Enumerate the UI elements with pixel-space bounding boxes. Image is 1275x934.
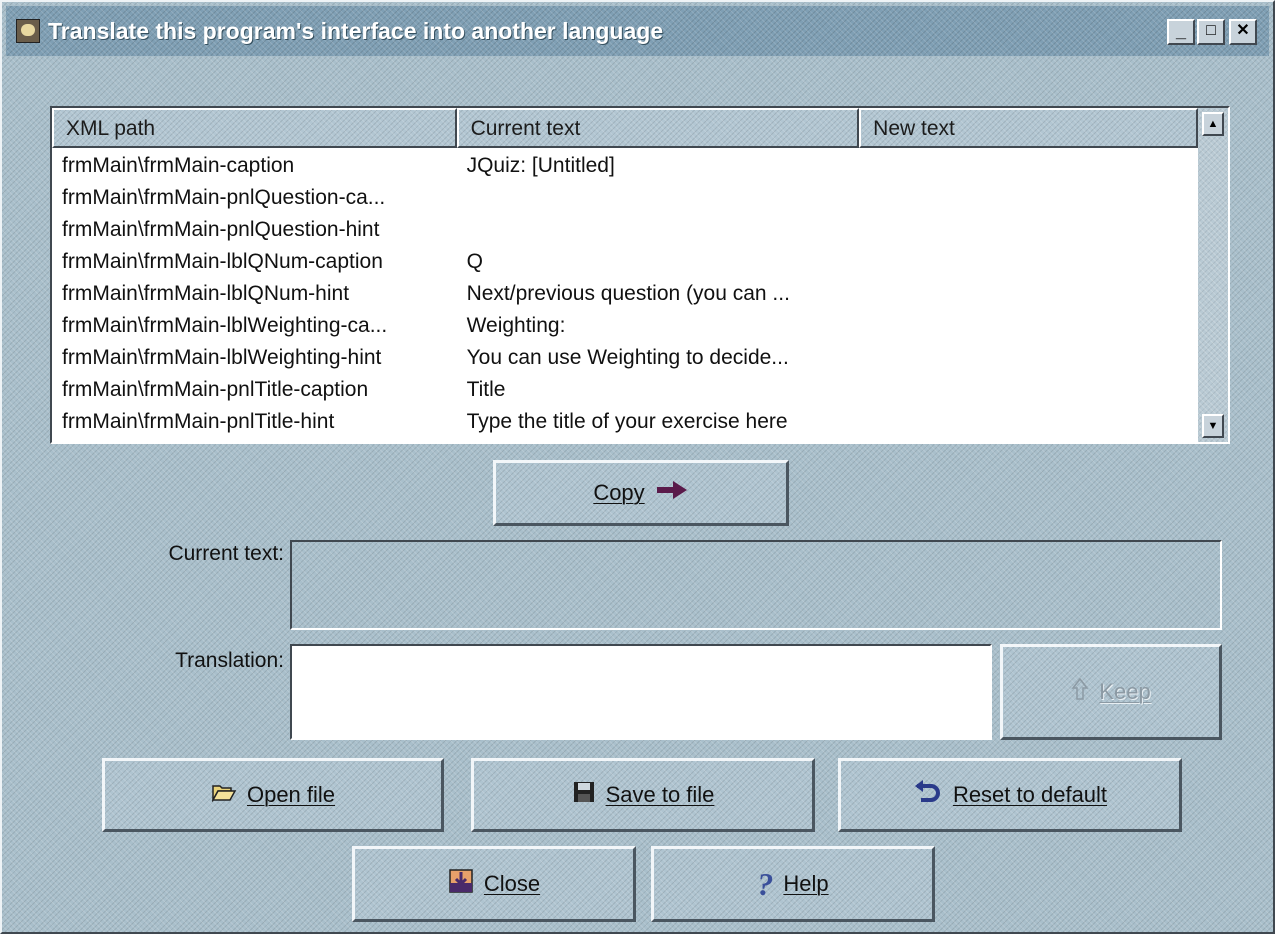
window-title: Translate this program's interface into … — [48, 18, 664, 44]
translation-grid[interactable]: XML path Current text New text frmMain\f… — [50, 106, 1230, 444]
close-label: Close — [483, 871, 541, 896]
help-label: Help — [783, 871, 829, 896]
save-to-file-label: Save to file — [605, 782, 715, 807]
cell-new-text — [859, 246, 1198, 278]
vertical-scrollbar[interactable]: ▲ ▼ — [1198, 108, 1228, 442]
cell-current-text — [457, 214, 860, 246]
cell-xml-path: frmMain\frmMain-pnlTitle-caption — [62, 378, 369, 401]
arrow-right-icon — [655, 479, 689, 507]
reset-to-default-label: Reset to default — [952, 782, 1108, 807]
cell-current-text: Weighting: — [466, 314, 566, 337]
cell-xml-path: frmMain\frmMain-lblQNum-hint — [62, 282, 350, 305]
scroll-down-button[interactable]: ▼ — [1202, 414, 1224, 438]
cell-new-text — [859, 406, 1198, 438]
close-button[interactable]: Close — [352, 846, 636, 922]
grid-rows: frmMain\frmMain-caption JQuiz: [Untitled… — [52, 150, 1198, 442]
scroll-up-button[interactable]: ▲ — [1202, 112, 1224, 136]
translation-label: Translation: — [175, 649, 284, 672]
cell-current-text: JQuiz: [Untitled] — [466, 154, 615, 177]
title-bar[interactable]: Translate this program's interface into … — [6, 6, 1269, 56]
cell-current-text — [457, 182, 860, 214]
app-icon[interactable] — [16, 19, 40, 43]
cell-xml-path: frmMain\frmMain-lblQNum-caption — [62, 250, 383, 273]
exit-icon — [448, 868, 474, 900]
cell-new-text — [859, 214, 1198, 246]
column-header-xml-path[interactable]: XML path — [52, 108, 457, 148]
cell-xml-path: frmMain\frmMain-lblWeighting-ca... — [62, 314, 388, 337]
translate-dialog: Translate this program's interface into … — [0, 0, 1275, 934]
table-row[interactable]: frmMain\frmMain-lblWeighting-ca... Weigh… — [52, 310, 1198, 342]
cell-current-text: Type the title of your exercise here — [466, 410, 788, 433]
cell-xml-path: frmMain\frmMain-pnlQuestion-hint — [62, 218, 380, 241]
reset-to-default-button[interactable]: Reset to default — [838, 758, 1182, 832]
help-button[interactable]: ? Help — [651, 846, 935, 922]
cell-current-text: You can use Weighting to decide... — [466, 346, 789, 369]
current-text-label: Current text: — [168, 542, 284, 565]
copy-button-label: Copy — [593, 480, 645, 505]
table-row[interactable]: frmMain\frmMain-pnlTitle-caption Title — [52, 374, 1198, 406]
save-to-file-button[interactable]: Save to file — [471, 758, 815, 832]
table-row[interactable]: frmMain\frmMain-pnlQuestion-ca... — [52, 182, 1198, 214]
table-row[interactable]: frmMain\frmMain-lblWeighting-hint You ca… — [52, 342, 1198, 374]
cell-current-text: Title — [466, 378, 506, 401]
table-row[interactable]: frmMain\frmMain-caption JQuiz: [Untitled… — [52, 150, 1198, 182]
keep-button[interactable]: Keep — [1000, 644, 1222, 740]
cell-xml-path: frmMain\frmMain-pnlTitle-hint — [62, 410, 335, 433]
cell-current-text: Q — [466, 250, 483, 273]
copy-button[interactable]: Copy — [493, 460, 789, 526]
maximize-button[interactable]: □ — [1197, 19, 1225, 45]
cell-new-text — [859, 182, 1198, 214]
cell-new-text — [859, 342, 1198, 374]
cell-xml-path: frmMain\frmMain-pnlQuestion-ca... — [62, 186, 386, 209]
folder-open-icon — [211, 782, 237, 808]
translation-input[interactable] — [290, 644, 992, 740]
cell-xml-path: frmMain\frmMain-lblWeighting-hint — [62, 346, 382, 369]
question-mark-icon: ? — [757, 865, 774, 902]
current-text-display — [290, 540, 1222, 630]
cell-new-text — [859, 374, 1198, 406]
table-row[interactable]: frmMain\frmMain-lblQNum-caption Q — [52, 246, 1198, 278]
undo-arrow-icon — [913, 779, 943, 811]
minimize-button[interactable]: _ — [1167, 19, 1195, 45]
cell-new-text — [859, 150, 1198, 182]
keep-button-label: Keep — [1099, 679, 1151, 704]
cell-new-text — [859, 310, 1198, 342]
open-file-label: Open file — [246, 782, 336, 807]
column-header-new-text[interactable]: New text — [859, 108, 1198, 148]
table-row[interactable]: frmMain\frmMain-lblQNum-hint Next/previo… — [52, 278, 1198, 310]
cell-current-text: Next/previous question (you can ... — [466, 282, 790, 305]
close-window-button[interactable]: ✕ — [1229, 19, 1257, 45]
open-file-button[interactable]: Open file — [102, 758, 444, 832]
column-header-current-text[interactable]: Current text — [456, 108, 860, 148]
table-row[interactable]: frmMain\frmMain-pnlTitle-hint Type the t… — [52, 406, 1198, 438]
table-row[interactable]: frmMain\frmMain-pnlQuestion-hint — [52, 214, 1198, 246]
floppy-disk-icon — [572, 780, 596, 810]
cell-new-text — [859, 278, 1198, 310]
cell-xml-path: frmMain\frmMain-caption — [62, 154, 295, 177]
arrow-up-icon — [1071, 677, 1089, 707]
grid-header: XML path Current text New text — [52, 108, 1198, 148]
